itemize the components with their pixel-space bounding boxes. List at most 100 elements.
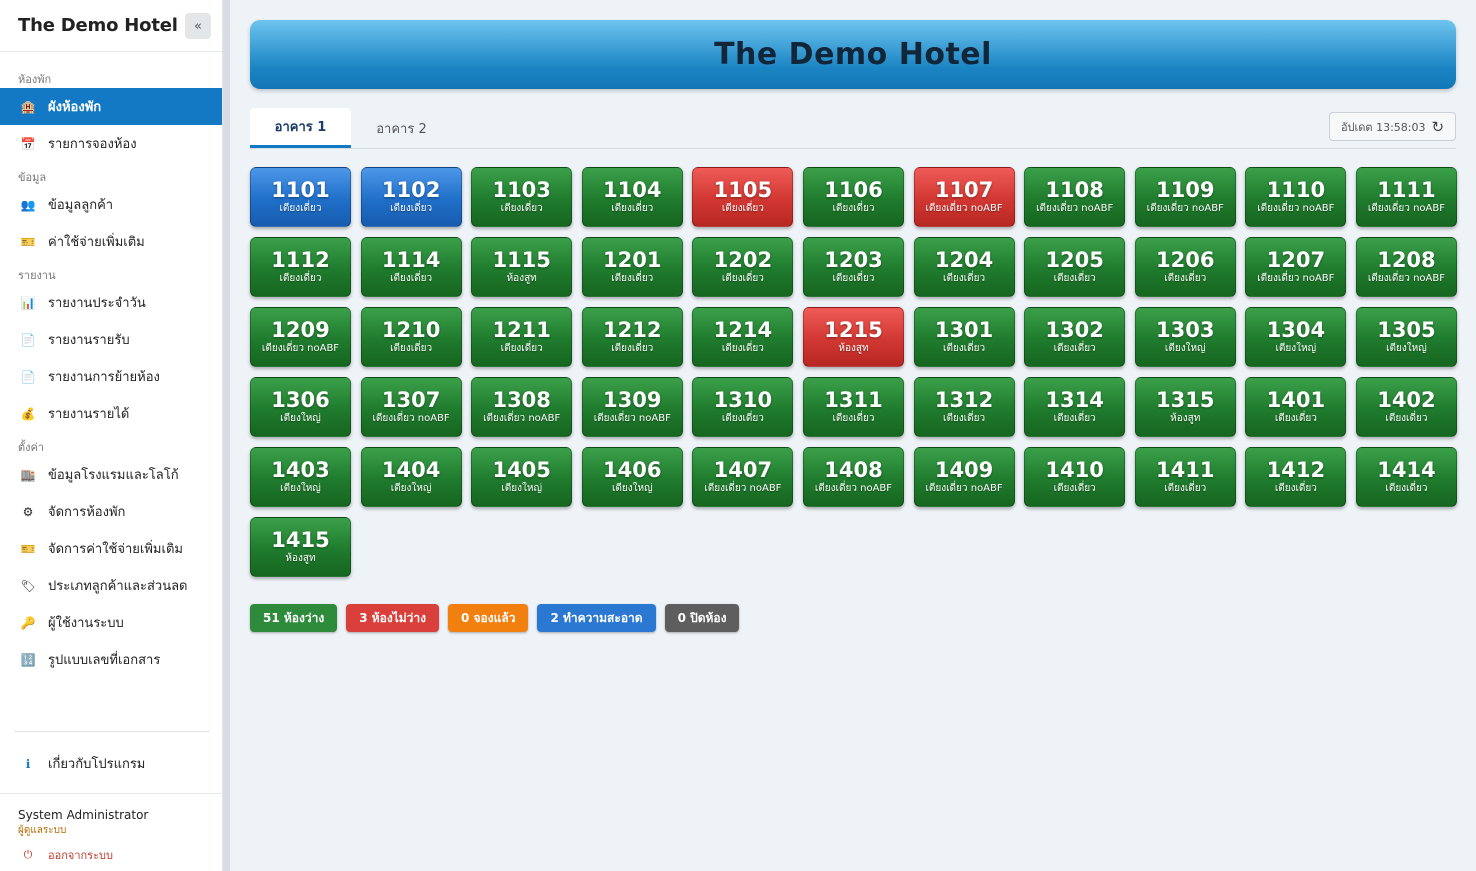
room-card[interactable]: 1202 เตียงเดี่ยว [692, 237, 794, 297]
room-card[interactable]: 1208 เตียงเดี่ยว noABF [1355, 237, 1457, 297]
sidebar-item-key[interactable]: 🔑 ผู้ใช้งานระบบ [0, 604, 222, 641]
sidebar-item-building[interactable]: 🏬 ข้อมูลโรงแรมและโลโก้ [0, 456, 222, 493]
page-title: The Demo Hotel [714, 37, 992, 72]
room-card[interactable]: 1303 เตียงใหญ่ [1134, 307, 1236, 367]
room-card[interactable]: 1207 เตียงเดี่ยว noABF [1245, 237, 1347, 297]
sidebar-item-about[interactable]: ℹ เกี่ยวกับโปรแกรม [0, 745, 223, 782]
room-type: เตียงเดี่ยว [279, 273, 322, 284]
sidebar-item-ticket[interactable]: 🎫 ค่าใช้จ่ายเพิ่มเติม [0, 223, 222, 260]
room-number: 1103 [492, 178, 551, 202]
tabs-divider [250, 148, 1456, 149]
room-number: 1402 [1377, 388, 1436, 412]
sidebar-scrollbar[interactable] [223, 0, 230, 871]
status-badge-available[interactable]: 51 ห้องว่าง [250, 604, 338, 632]
status-badge-cleaning[interactable]: 2 ทำความสะอาด [537, 604, 656, 632]
room-type: เตียงเดี่ยว [279, 203, 322, 214]
room-card[interactable]: 1404 เตียงใหญ่ [360, 447, 462, 507]
logout-button[interactable]: ⏻ ออกจากระบบ [18, 846, 205, 864]
room-card[interactable]: 1212 เตียงเดี่ยว [581, 307, 683, 367]
sidebar-item-tag[interactable]: 🏷 ประเภทลูกค้าและส่วนลด [0, 567, 222, 604]
status-badge-closed[interactable]: 0 ปิดห้อง [664, 604, 740, 632]
room-card[interactable]: 1201 เตียงเดี่ยว [581, 237, 683, 297]
room-card[interactable]: 1105 เตียงเดี่ยว [692, 167, 794, 227]
room-card[interactable]: 1302 เตียงเดี่ยว [1024, 307, 1126, 367]
room-card[interactable]: 1111 เตียงเดี่ยว noABF [1355, 167, 1457, 227]
room-card[interactable]: 1109 เตียงเดี่ยว noABF [1134, 167, 1236, 227]
room-number: 1307 [381, 388, 441, 412]
room-card[interactable]: 1211 เตียงเดี่ยว [471, 307, 573, 367]
sidebar-item-label: เกี่ยวกับโปรแกรม [48, 757, 146, 772]
room-card[interactable]: 1407 เตียงเดี่ยว noABF [692, 447, 794, 507]
room-card[interactable]: 1405 เตียงใหญ่ [471, 447, 573, 507]
room-card[interactable]: 1309 เตียงเดี่ยว noABF [581, 377, 683, 437]
room-card[interactable]: 1205 เตียงเดี่ยว [1024, 237, 1126, 297]
room-card[interactable]: 1402 เตียงเดี่ยว [1355, 377, 1457, 437]
room-card[interactable]: 1306 เตียงใหญ่ [250, 377, 351, 437]
sidebar-item-document[interactable]: 📄 รายงานการย้ายห้อง [0, 358, 222, 395]
room-card[interactable]: 1301 เตียงเดี่ยว [913, 307, 1015, 367]
sidebar-item-calendar[interactable]: 📅 รายการจองห้อง [0, 125, 222, 162]
room-type: เตียงเดี่ยว [611, 273, 654, 284]
building-tabs: อาคาร 1 อาคาร 2 [250, 108, 452, 150]
room-number: 1112 [271, 248, 330, 272]
room-card[interactable]: 1101 เตียงเดี่ยว [250, 167, 351, 227]
room-card[interactable]: 1108 เตียงเดี่ยว noABF [1024, 167, 1126, 227]
room-card[interactable]: 1115 ห้องสูท [471, 237, 573, 297]
room-card[interactable]: 1102 เตียงเดี่ยว [360, 167, 462, 227]
room-card[interactable]: 1401 เตียงเดี่ยว [1245, 377, 1347, 437]
tab-building-1[interactable]: อาคาร 1 [250, 108, 351, 148]
room-card[interactable]: 1210 เตียงเดี่ยว [360, 307, 462, 367]
room-card[interactable]: 1110 เตียงเดี่ยว noABF [1245, 167, 1347, 227]
room-card[interactable]: 1203 เตียงเดี่ยว [802, 237, 904, 297]
sidebar-item-numbers[interactable]: 🔢 รูปแบบเลขที่เอกสาร [0, 641, 222, 678]
room-card[interactable]: 1312 เตียงเดี่ยว [913, 377, 1015, 437]
room-number: 1214 [713, 318, 773, 342]
room-card[interactable]: 1106 เตียงเดี่ยว [802, 167, 904, 227]
room-card[interactable]: 1308 เตียงเดี่ยว noABF [471, 377, 573, 437]
room-card[interactable]: 1311 เตียงเดี่ยว [802, 377, 904, 437]
sidebar-item-ticket[interactable]: 🎫 จัดการค่าใช้จ่ายเพิ่มเติม [0, 530, 222, 567]
sidebar-item-gear[interactable]: ⚙ จัดการห้องพัก [0, 493, 222, 530]
room-card[interactable]: 1114 เตียงเดี่ยว [360, 237, 462, 297]
room-card[interactable]: 1204 เตียงเดี่ยว [913, 237, 1015, 297]
room-type: เตียงเดี่ยว [390, 273, 433, 284]
room-number: 1215 [824, 318, 883, 342]
sidebar-item-hotel[interactable]: 🏨 ผังห้องพัก [0, 88, 222, 125]
room-card[interactable]: 1206 เตียงเดี่ยว [1134, 237, 1236, 297]
room-card[interactable]: 1112 เตียงเดี่ยว [250, 237, 351, 297]
room-card[interactable]: 1215 ห้องสูท [802, 307, 904, 367]
room-card[interactable]: 1107 เตียงเดี่ยว noABF [913, 167, 1015, 227]
status-badge-booked[interactable]: 0 จองแล้ว [448, 604, 529, 632]
room-card[interactable]: 1315 ห้องสูท [1134, 377, 1236, 437]
collapse-sidebar-button[interactable]: « [185, 13, 211, 39]
room-card[interactable]: 1307 เตียงเดี่ยว noABF [360, 377, 462, 437]
room-card[interactable]: 1408 เตียงเดี่ยว noABF [802, 447, 904, 507]
status-badge-occupied[interactable]: 3 ห้องไม่ว่าง [346, 604, 439, 632]
refresh-button[interactable]: อัปเดต 13:58:03 ↻ [1329, 112, 1456, 141]
room-type: เตียงเดี่ยว noABF [925, 203, 1003, 214]
ticket-icon: 🎫 [20, 234, 36, 249]
room-card[interactable]: 1406 เตียงใหญ่ [581, 447, 683, 507]
room-card[interactable]: 1103 เตียงเดี่ยว [471, 167, 573, 227]
room-card[interactable]: 1314 เตียงเดี่ยว [1024, 377, 1126, 437]
sidebar-item-document[interactable]: 📄 รายงานรายรับ [0, 321, 222, 358]
room-card[interactable]: 1304 เตียงใหญ่ [1245, 307, 1347, 367]
room-card[interactable]: 1411 เตียงเดี่ยว [1134, 447, 1236, 507]
room-card[interactable]: 1104 เตียงเดี่ยว [581, 167, 683, 227]
room-card[interactable]: 1409 เตียงเดี่ยว noABF [913, 447, 1015, 507]
room-card[interactable]: 1415 ห้องสูท [250, 517, 351, 577]
room-card[interactable]: 1412 เตียงเดี่ยว [1245, 447, 1347, 507]
room-card[interactable]: 1403 เตียงใหญ่ [250, 447, 351, 507]
room-card[interactable]: 1209 เตียงเดี่ยว noABF [250, 307, 351, 367]
room-card[interactable]: 1310 เตียงเดี่ยว [692, 377, 794, 437]
sidebar-item-bar-chart[interactable]: 📊 รายงานประจำวัน [0, 284, 222, 321]
room-card[interactable]: 1414 เตียงเดี่ยว [1355, 447, 1457, 507]
sidebar-item-money-bag[interactable]: 💰 รายงานรายได้ [0, 395, 222, 432]
room-number: 1108 [1045, 178, 1104, 202]
room-card[interactable]: 1214 เตียงเดี่ยว [692, 307, 794, 367]
tab-building-2[interactable]: อาคาร 2 [351, 108, 452, 148]
room-card[interactable]: 1305 เตียงใหญ่ [1355, 307, 1457, 367]
sidebar-item-users[interactable]: 👥 ข้อมูลลูกค้า [0, 186, 222, 223]
room-card[interactable]: 1410 เตียงเดี่ยว [1024, 447, 1126, 507]
room-number: 1111 [1377, 178, 1436, 202]
